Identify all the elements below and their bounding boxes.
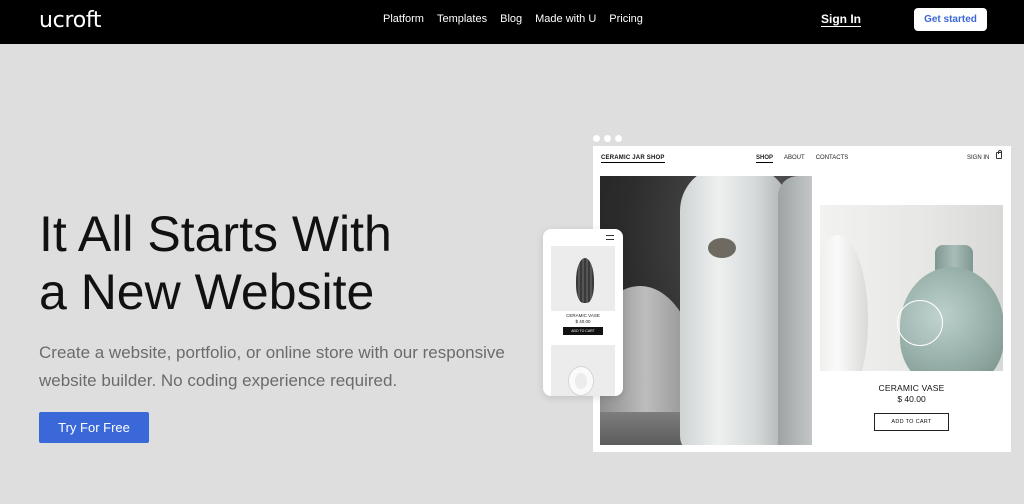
add-to-cart-button: ADD TO CART: [874, 413, 949, 431]
shop-sign-in: SIGN IN: [967, 155, 990, 161]
nav-pricing[interactable]: Pricing: [609, 12, 643, 26]
main-nav: Platform Templates Blog Made with U Pric…: [383, 12, 656, 26]
nav-made-with-u[interactable]: Made with U: [535, 12, 596, 26]
ceramic-bottles-photo: [600, 176, 812, 445]
window-dot: [593, 135, 600, 142]
top-navbar: ucroft Platform Templates Blog Made with…: [0, 0, 1024, 44]
nav-blog[interactable]: Blog: [500, 12, 522, 26]
headline-line-1: It All Starts With: [39, 206, 392, 262]
hero-subtext: Create a website, portfolio, or online s…: [39, 343, 505, 390]
ucraft-logo[interactable]: ucroft: [39, 8, 102, 33]
phone-product-name: CERAMIC VASE: [566, 313, 600, 318]
shop-nav-shop: SHOP: [756, 155, 774, 163]
phone-product-card-2: [551, 345, 615, 396]
zoom-lens-icon: [897, 300, 943, 346]
sign-in-link[interactable]: Sign In: [821, 12, 861, 27]
desktop-site-mockup: CERAMIC JAR SHOP SHOP ABOUT CONTACTS SIG…: [593, 146, 1011, 452]
bottle-shape: [778, 176, 812, 445]
shop-logo: CERAMIC JAR SHOP: [601, 155, 665, 163]
bottle-spout: [708, 238, 736, 258]
product-name: CERAMIC VASE: [878, 383, 945, 393]
product-price: $ 40.00: [897, 394, 926, 404]
phone-product-price: $ 40.00: [575, 319, 591, 324]
window-dot: [604, 135, 611, 142]
ribbed-vase-image: [576, 258, 594, 303]
window-dots: [593, 135, 622, 142]
bottle-shape: [680, 176, 790, 445]
nav-platform[interactable]: Platform: [383, 12, 424, 26]
mobile-site-mockup: CERAMIC VASE $ 40.00 ADD TO CART: [543, 229, 623, 396]
ceramic-vase-photo: [820, 205, 1003, 371]
headline-line-2: a New Website: [39, 264, 375, 320]
shop-nav-contacts: CONTACTS: [815, 155, 849, 161]
phone-add-to-cart-button: ADD TO CART: [563, 327, 603, 335]
shop-nav: SHOP ABOUT CONTACTS: [756, 154, 848, 163]
shop-nav-about: ABOUT: [784, 155, 805, 161]
shopping-bag-icon: [996, 150, 1002, 159]
window-dot: [615, 135, 622, 142]
ring-vase-image: [569, 367, 593, 395]
nav-templates[interactable]: Templates: [437, 12, 487, 26]
hero-headline: It All Starts With a New Website: [39, 205, 392, 321]
white-vase-shape: [820, 235, 868, 371]
get-started-button[interactable]: Get started: [914, 8, 987, 31]
phone-product-card: [551, 246, 615, 311]
hamburger-menu-icon: [606, 235, 614, 240]
try-for-free-button[interactable]: Try For Free: [39, 412, 149, 443]
